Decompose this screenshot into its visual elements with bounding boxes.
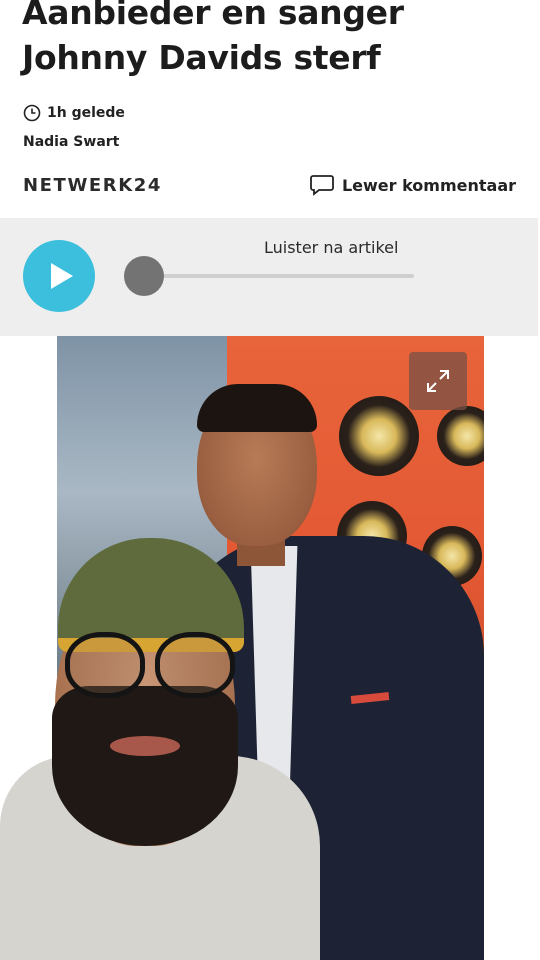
- right-lens: [155, 632, 235, 698]
- expand-image-button[interactable]: [409, 352, 467, 410]
- article-title: Aanbieder en sanger Johnny Davids sterf: [22, 0, 404, 77]
- expand-icon: [427, 370, 449, 392]
- play-icon: [51, 263, 73, 289]
- decor-disc: [339, 396, 419, 476]
- camera-overlay: [0, 536, 320, 960]
- audio-progress-track[interactable]: [144, 274, 414, 278]
- article-author[interactable]: Nadia Swart: [23, 134, 119, 150]
- comment-button[interactable]: Lewer kommentaar: [310, 174, 516, 196]
- brand-row: NETWERK24 Lewer kommentaar: [0, 172, 540, 202]
- person-hair: [197, 384, 317, 432]
- audio-progress-knob[interactable]: [124, 256, 164, 296]
- audio-player: Luister na artikel: [0, 218, 538, 336]
- overlay-mouth: [110, 736, 180, 756]
- clock-icon: [23, 104, 41, 122]
- audio-label: Luister na artikel: [264, 238, 399, 257]
- comment-button-label: Lewer kommentaar: [341, 175, 516, 195]
- overlay-glasses: [57, 632, 237, 698]
- left-lens: [65, 632, 145, 698]
- overlay-beard: [52, 686, 238, 846]
- play-button[interactable]: [23, 240, 95, 312]
- netwerk24-logo[interactable]: NETWERK24: [23, 175, 162, 196]
- timestamp-label: 1h gelede: [47, 105, 125, 121]
- article-timestamp: 1h gelede: [23, 102, 125, 124]
- speech-bubble-icon: [310, 175, 334, 196]
